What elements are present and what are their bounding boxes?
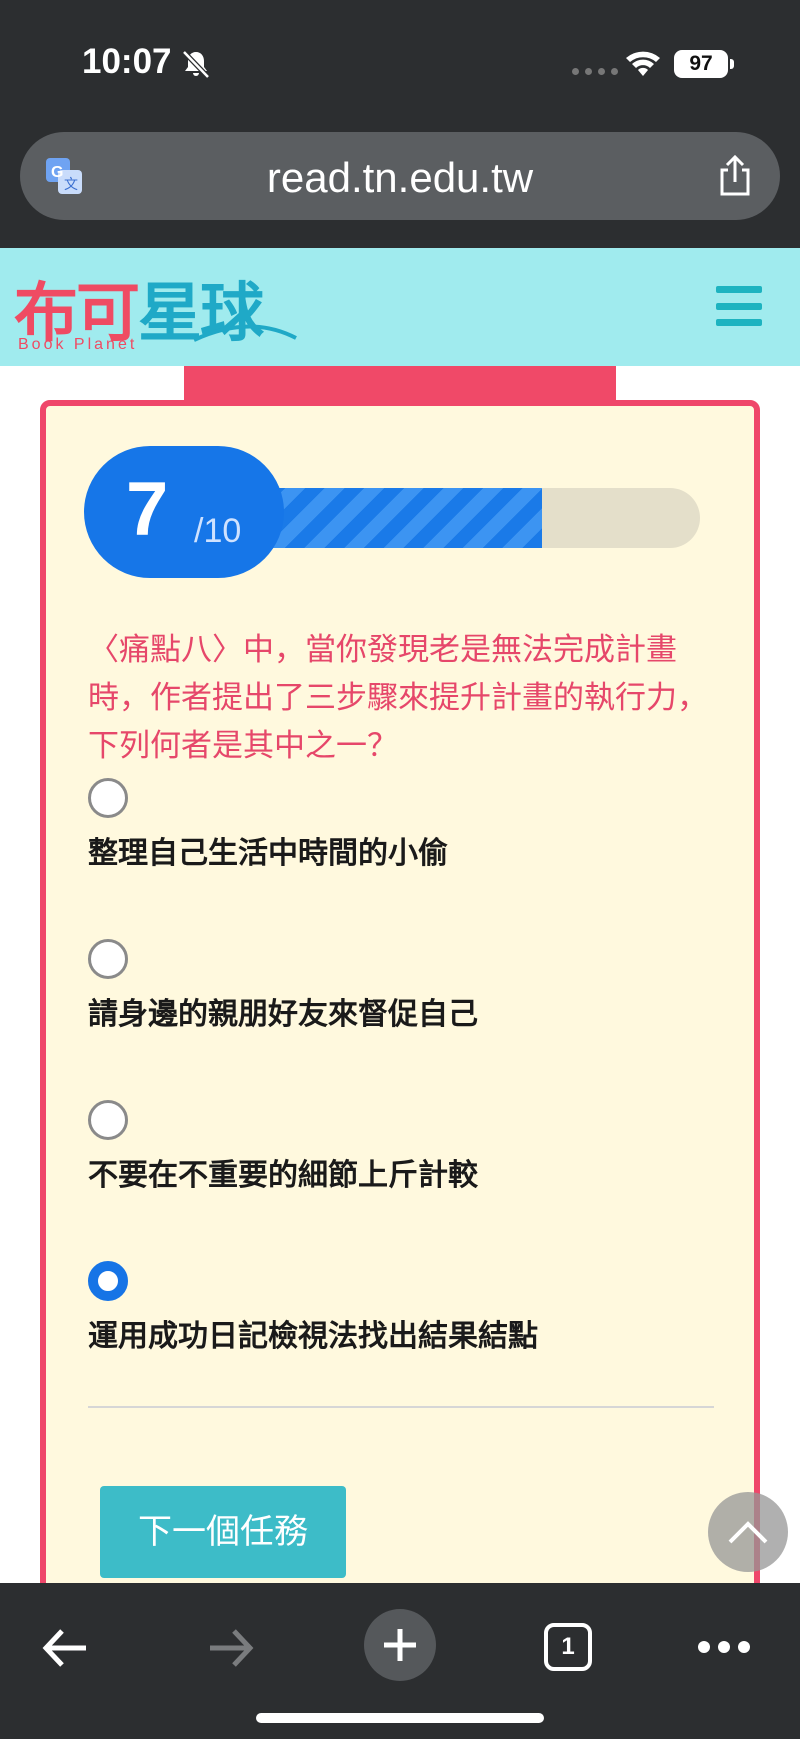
browser-top-chrome: 10:07 97 G 文 read.tn.edu.tw <box>0 0 800 248</box>
option-3-label[interactable]: 不要在不重要的細節上斤計較 <box>88 1150 478 1194</box>
option-1-radio[interactable] <box>88 778 128 818</box>
plus-icon <box>384 1629 416 1661</box>
url-text[interactable]: read.tn.edu.tw <box>20 154 780 202</box>
more-icon[interactable] <box>698 1641 750 1653</box>
option-2-radio[interactable] <box>88 939 128 979</box>
bell-slash-icon <box>182 50 210 79</box>
section-banner <box>184 366 616 402</box>
scroll-to-top-button[interactable] <box>708 1492 788 1572</box>
chevron-up-icon <box>728 1521 768 1544</box>
battery-indicator: 97 <box>674 50 734 78</box>
site-logo[interactable]: 布可星球 Book Planet <box>10 254 297 358</box>
next-task-button[interactable]: 下一個任務 <box>100 1486 346 1578</box>
new-tab-button[interactable] <box>364 1609 436 1681</box>
forward-arrow-icon[interactable] <box>206 1623 256 1673</box>
option-2-label[interactable]: 請身邊的親朋好友來督促自己 <box>88 989 478 1033</box>
option-4-radio[interactable] <box>88 1261 128 1301</box>
status-time: 10:07 <box>82 42 172 81</box>
wifi-icon <box>626 51 660 76</box>
divider <box>88 1406 714 1408</box>
progress-current: 7 <box>126 467 169 552</box>
option-3-radio[interactable] <box>88 1100 128 1140</box>
address-bar[interactable]: G 文 read.tn.edu.tw <box>20 132 780 220</box>
option-4-label[interactable]: 運用成功日記檢視法找出結果結點 <box>88 1311 538 1355</box>
tabs-icon[interactable]: 1 <box>544 1623 592 1671</box>
logo-swoosh-icon <box>193 324 297 342</box>
progress-bubble: 7 /10 <box>84 446 284 578</box>
quiz-card: 7 /10 〈痛點八〉中，當你發現老是無法完成計畫時，作者提出了三步驟來提升計畫… <box>40 400 760 1583</box>
browser-toolbar: 1 <box>0 1583 800 1739</box>
back-arrow-icon[interactable] <box>40 1623 90 1673</box>
logo-subtitle: Book Planet <box>18 336 138 353</box>
quiz-progress: 7 /10 <box>84 446 700 578</box>
home-indicator <box>256 1713 544 1723</box>
site-header: 布可星球 Book Planet <box>0 248 800 366</box>
share-icon[interactable] <box>716 154 754 198</box>
option-1-label[interactable]: 整理自己生活中時間的小偷 <box>88 828 448 872</box>
question-text: 〈痛點八〉中，當你發現老是無法完成計畫時，作者提出了三步驟來提升計畫的執行力，下… <box>88 632 708 764</box>
signal-dots <box>572 68 618 75</box>
menu-icon[interactable] <box>716 286 762 326</box>
page-content: 7 /10 〈痛點八〉中，當你發現老是無法完成計畫時，作者提出了三步驟來提升計畫… <box>0 366 800 1583</box>
progress-total: /10 <box>194 512 242 550</box>
